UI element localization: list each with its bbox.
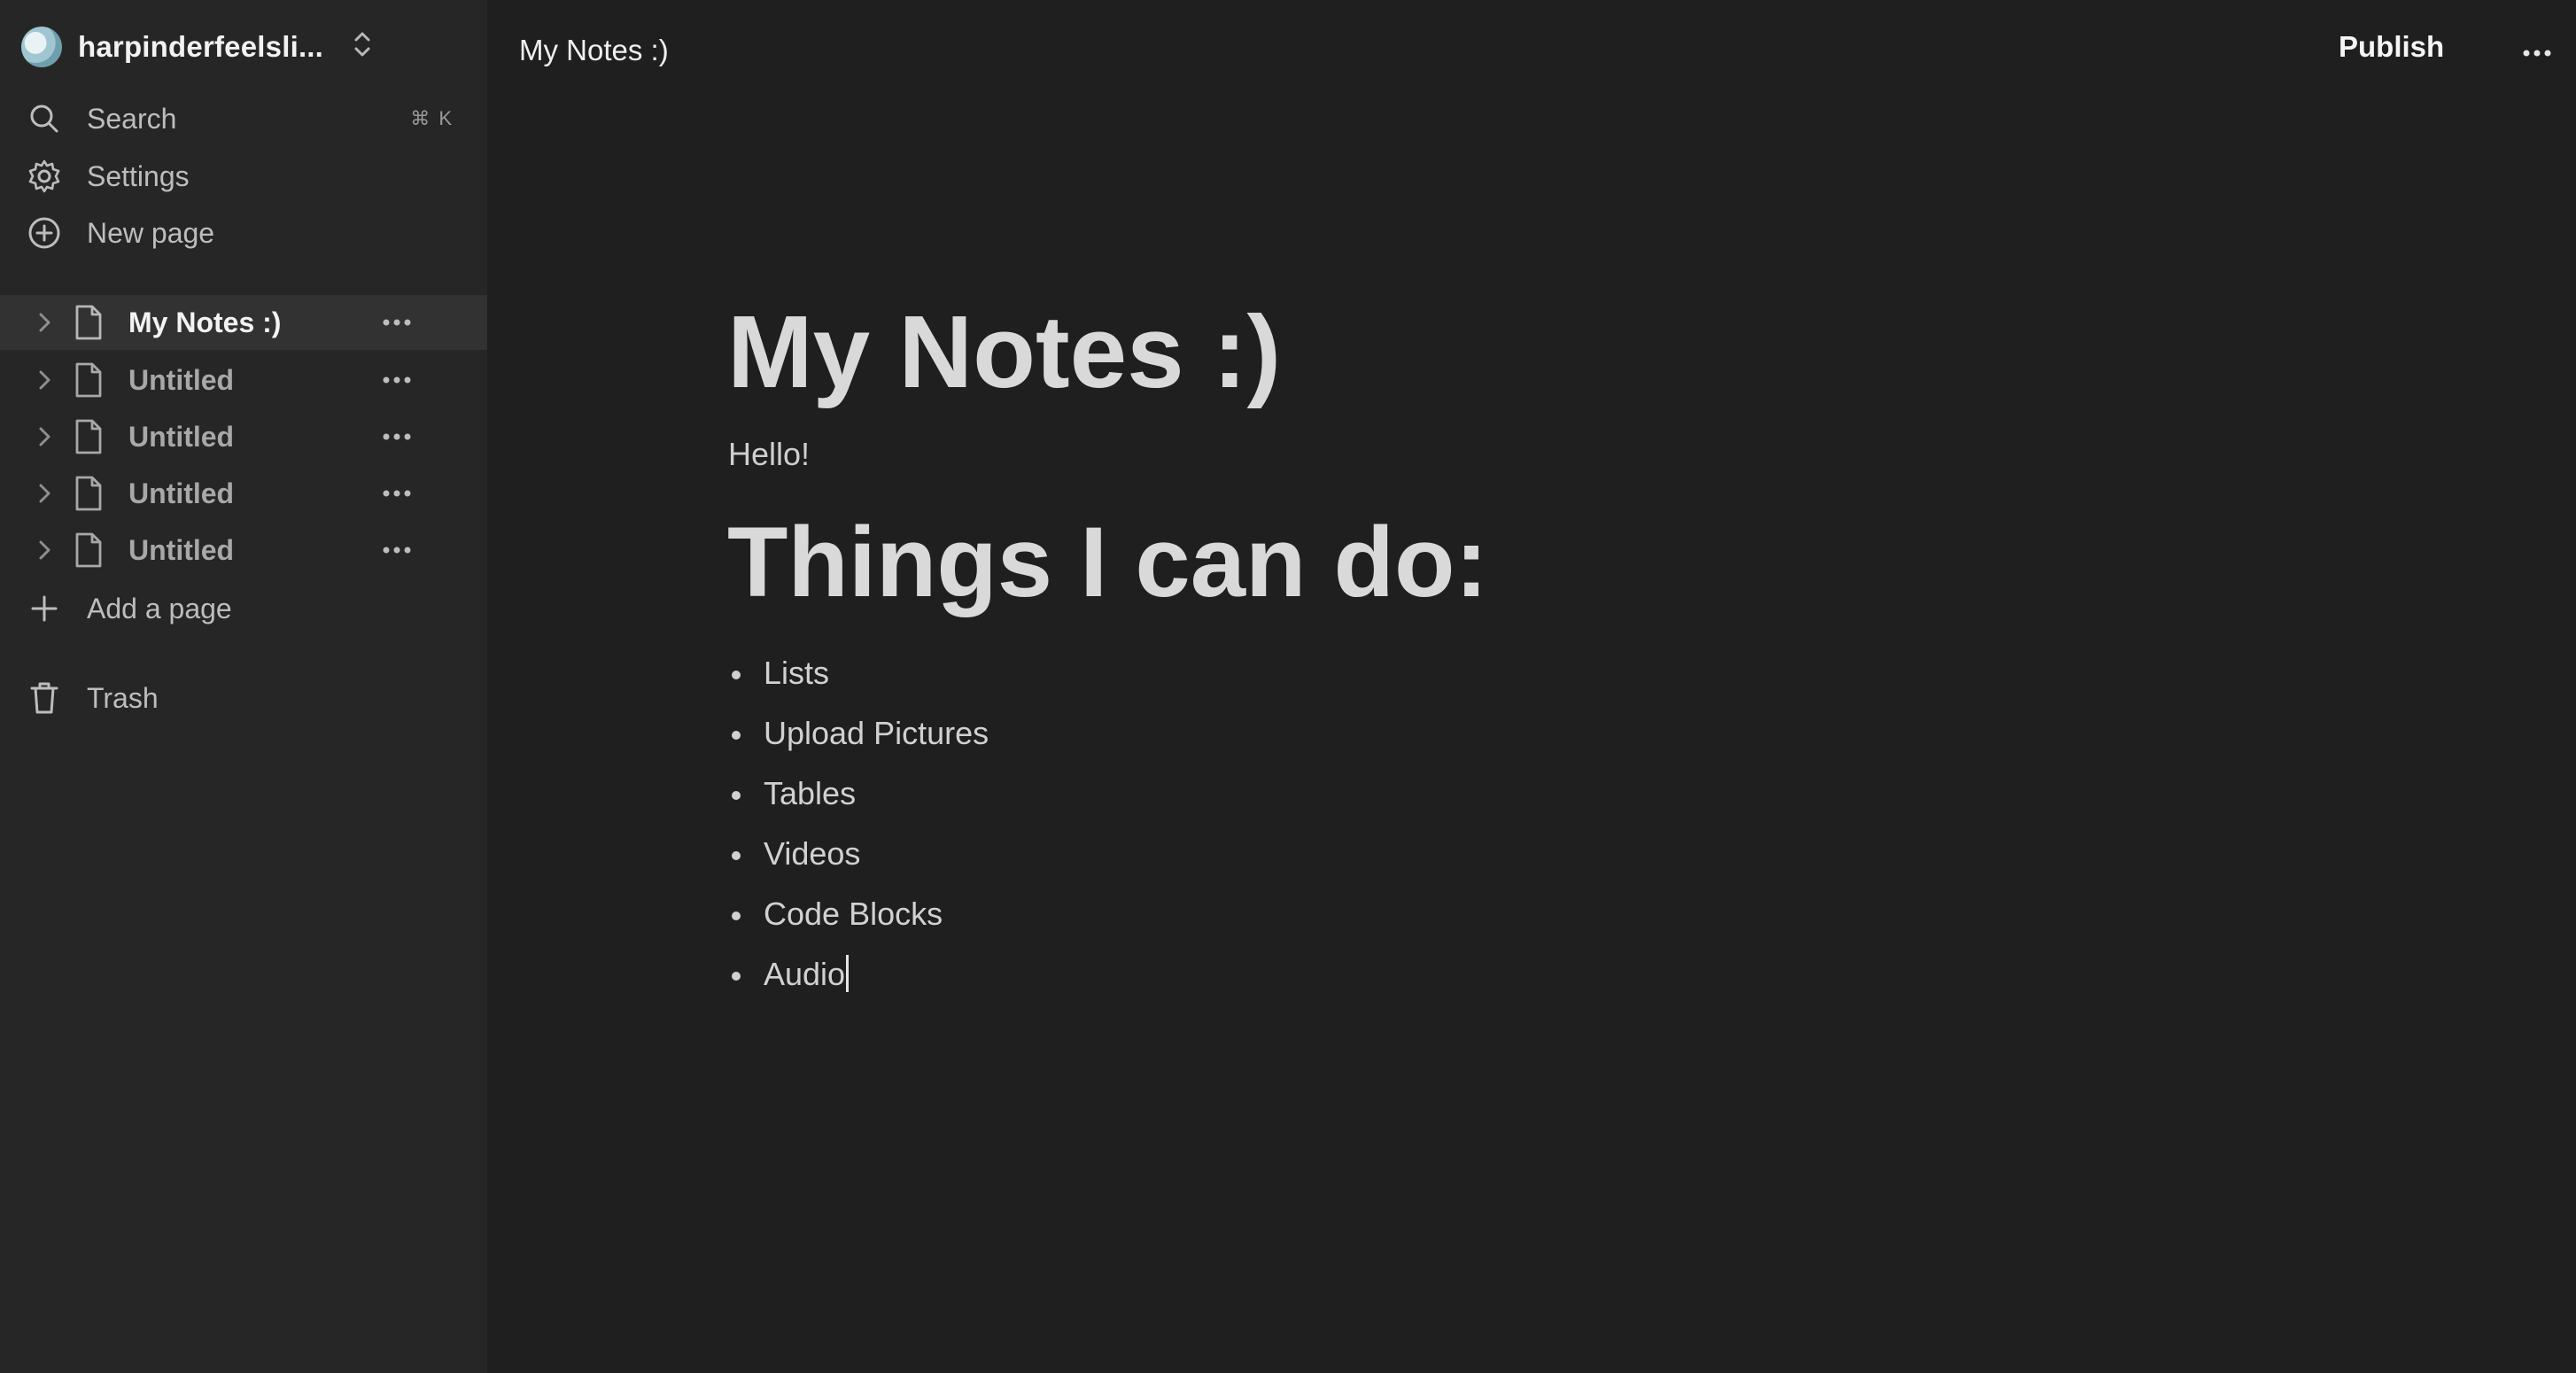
gear-icon xyxy=(27,159,62,194)
add-page-item[interactable]: Add a page xyxy=(27,584,461,633)
add-page-label: Add a page xyxy=(87,592,232,624)
chevron-right-icon[interactable] xyxy=(27,362,62,398)
search-item[interactable]: Search ⌘ K xyxy=(27,94,461,144)
settings-item[interactable]: Settings xyxy=(27,151,461,201)
new-page-label: New page xyxy=(87,216,215,249)
workspace-name: harpinderfeelsli... xyxy=(78,30,324,63)
list-item[interactable]: Lists xyxy=(726,650,989,710)
list-item-text: Audio xyxy=(764,956,846,992)
chevron-right-icon[interactable] xyxy=(27,419,62,454)
list-item-text: Lists xyxy=(764,655,830,691)
list-item[interactable]: Tables xyxy=(726,771,989,831)
page-item-untitled[interactable]: Untitled xyxy=(0,523,487,578)
breadcrumb-page-title[interactable]: My Notes :) xyxy=(519,34,669,67)
list-item[interactable]: Upload Pictures xyxy=(726,710,989,771)
document-title[interactable]: My Notes :) xyxy=(727,292,1281,411)
document-heading[interactable]: Things I can do: xyxy=(727,505,1488,619)
chevron-right-icon[interactable] xyxy=(27,532,62,568)
more-horizontal-icon[interactable] xyxy=(2518,35,2557,71)
list-item-text: Videos xyxy=(764,835,861,872)
settings-label: Settings xyxy=(87,159,190,192)
page-label: Untitled xyxy=(128,477,235,509)
search-shortcut: ⌘ K xyxy=(410,107,454,129)
list-item-text: Code Blocks xyxy=(764,896,943,932)
list-item-text: Tables xyxy=(764,775,857,811)
document-icon xyxy=(69,302,108,343)
trash-label: Trash xyxy=(87,681,159,714)
search-icon xyxy=(27,101,62,136)
new-page-item[interactable]: New page xyxy=(27,208,461,258)
page-item-untitled[interactable]: Untitled xyxy=(0,409,487,464)
search-label: Search xyxy=(87,102,177,135)
page-label: Untitled xyxy=(128,534,235,566)
chevron-right-icon[interactable] xyxy=(27,305,62,340)
plus-circle-icon xyxy=(27,215,62,251)
workspace-switcher[interactable]: harpinderfeelsli... xyxy=(21,27,323,67)
list-item[interactable]: Code Blocks xyxy=(726,891,989,951)
text-cursor xyxy=(846,955,850,992)
document-icon xyxy=(69,416,108,457)
plus-icon xyxy=(27,591,62,626)
sidebar: harpinderfeelsli... Search ⌘ K Settings … xyxy=(0,0,487,1373)
list-item[interactable]: Videos xyxy=(726,831,989,891)
document-icon xyxy=(69,360,108,400)
page-label: My Notes :) xyxy=(128,306,282,338)
list-item-text: Upload Pictures xyxy=(764,715,989,751)
list-item[interactable]: Audio xyxy=(726,951,989,1012)
trash-icon xyxy=(27,680,62,716)
page-item-my-notes[interactable]: My Notes :) xyxy=(0,295,487,350)
more-horizontal-icon[interactable] xyxy=(379,476,415,511)
page-item-untitled[interactable]: Untitled xyxy=(0,353,487,407)
page-item-untitled[interactable]: Untitled xyxy=(0,466,487,521)
document-icon xyxy=(69,473,108,514)
more-horizontal-icon[interactable] xyxy=(379,305,415,340)
document-paragraph[interactable]: Hello! xyxy=(728,436,810,473)
more-horizontal-icon[interactable] xyxy=(379,419,415,454)
workspace-avatar xyxy=(21,27,62,67)
more-horizontal-icon[interactable] xyxy=(379,362,415,398)
chevron-right-icon[interactable] xyxy=(27,476,62,511)
chevron-up-down-icon[interactable] xyxy=(345,27,380,62)
publish-button[interactable]: Publish xyxy=(2339,30,2444,64)
page-label: Untitled xyxy=(128,364,235,396)
trash-item[interactable]: Trash xyxy=(27,673,461,723)
page-label: Untitled xyxy=(128,421,235,453)
document-icon xyxy=(69,530,108,570)
more-horizontal-icon[interactable] xyxy=(379,532,415,568)
bullet-list: Lists Upload Pictures Tables Videos Code… xyxy=(726,650,989,1012)
